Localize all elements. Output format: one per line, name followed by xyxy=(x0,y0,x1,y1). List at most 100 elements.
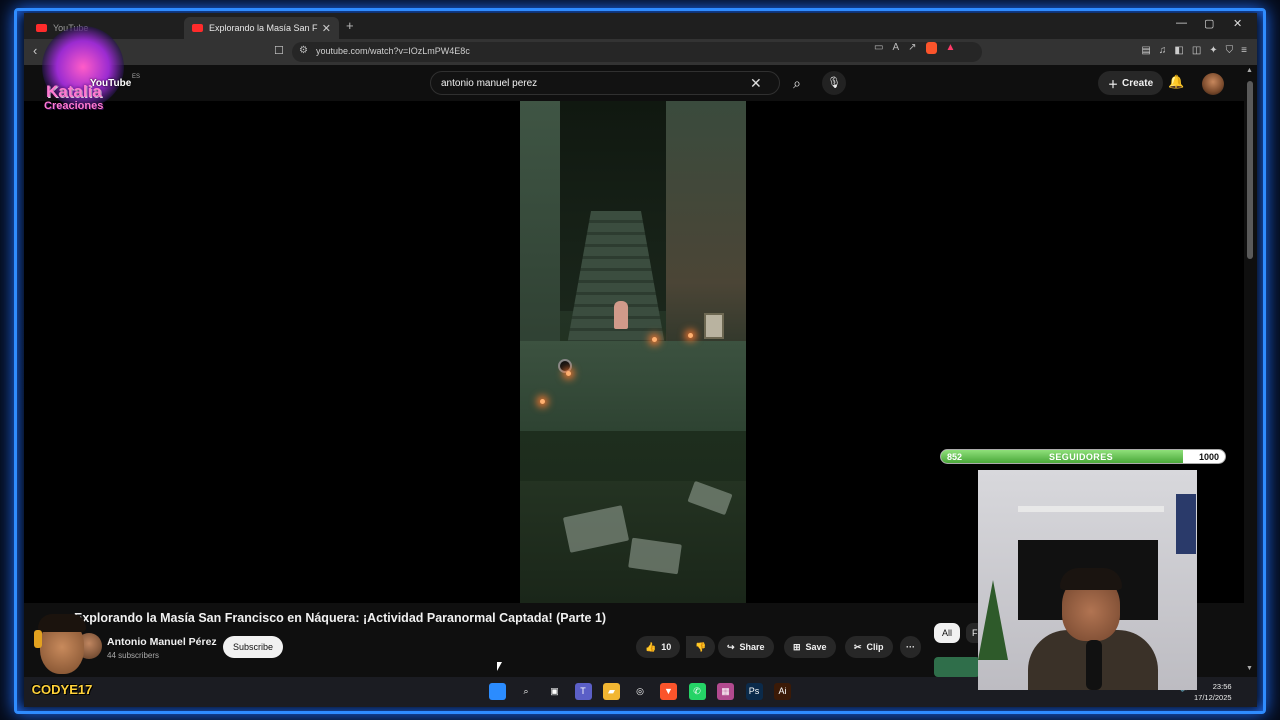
avatar-hair xyxy=(38,614,86,632)
stream-background: YouTube Explorando la Masía San Francis … xyxy=(0,0,1280,720)
candle-light xyxy=(566,371,571,376)
clock-date: 17/12/2025 xyxy=(1194,693,1232,702)
youtube-header: antonio manuel perez ✕ ⌕ 🎙 ＋ Create 🔔 xyxy=(24,65,1257,101)
url-text: youtube.com/watch?v=IOzLmPW4E8c xyxy=(316,46,470,56)
share-label: Share xyxy=(739,642,765,652)
follower-goal-bar: 852 SEGUIDORES 1000 xyxy=(940,449,1226,464)
maximize-button[interactable]: ▢ xyxy=(1204,17,1214,30)
clock-time: 23:56 xyxy=(1212,682,1232,691)
system-clock[interactable]: 23:56 17/12/2025 xyxy=(1194,681,1232,703)
logo-subtitle: Creaciones xyxy=(44,100,104,112)
search-button[interactable]: ⌕ xyxy=(780,71,814,95)
page-scrollbar[interactable]: ▲ ▼ xyxy=(1244,65,1257,677)
voice-search-icon[interactable]: 🎙 xyxy=(822,71,846,95)
save-label: Save xyxy=(805,642,827,652)
brave-shields-icon[interactable] xyxy=(925,42,937,54)
split-view-icon[interactable]: ◧ xyxy=(1174,45,1183,56)
taskbar-whatsapp-icon[interactable]: ✆ xyxy=(688,683,706,700)
katalia-logo: YouTube ES Katalia Creaciones xyxy=(38,20,140,112)
taskbar-brave-icon[interactable]: ▼ xyxy=(660,683,677,700)
webcam-poster xyxy=(1176,494,1196,554)
headset-icon xyxy=(34,630,42,648)
sidebar-toggle-icon[interactable]: ▤ xyxy=(1141,45,1150,56)
tab-strip: YouTube Explorando la Masía San Francis … xyxy=(24,13,1257,39)
tab-label: Explorando la Masía San Francis xyxy=(209,23,318,33)
follower-label: SEGUIDORES xyxy=(1049,452,1114,462)
close-window-button[interactable]: ✕ xyxy=(1233,17,1242,30)
candle-light xyxy=(540,399,545,404)
wallet-icon[interactable]: ◫ xyxy=(1192,45,1201,56)
scroll-up-icon[interactable]: ▲ xyxy=(1246,67,1253,74)
scroll-thumb[interactable] xyxy=(1247,81,1253,259)
mouse-cursor-icon xyxy=(497,662,502,671)
logo-title: Katalia xyxy=(46,82,102,101)
share-icon[interactable]: ↗ xyxy=(908,42,916,54)
follower-current: 852 xyxy=(947,452,963,462)
search-input[interactable]: antonio manuel perez xyxy=(430,71,780,95)
clip-label: Clip xyxy=(866,642,884,652)
notifications-bell-icon[interactable]: 🔔 xyxy=(1168,74,1184,90)
leo-ai-icon[interactable]: ✦ xyxy=(1209,45,1217,56)
bookmark-save-icon: ⊞ xyxy=(793,641,801,652)
dislike-button[interactable]: 👎 xyxy=(686,636,716,658)
bookmark-icon[interactable]: ☐ xyxy=(274,44,284,57)
taskbar-chrome-icon[interactable]: ◎ xyxy=(631,683,649,700)
more-actions-button[interactable]: ··· xyxy=(900,636,921,658)
account-avatar[interactable] xyxy=(1202,73,1224,95)
streamer-name: CODYE17 xyxy=(31,682,93,697)
address-bar-row: ‹ ☐ ⚙ youtube.com/watch?v=IOzLmPW4E8c ▭ … xyxy=(24,39,1257,65)
clear-search-icon[interactable]: ✕ xyxy=(750,75,762,92)
subscriber-count: 44 subscribers xyxy=(107,651,160,660)
webcam-shelf xyxy=(1018,506,1164,512)
close-tab-icon[interactable]: ✕ xyxy=(322,22,331,35)
new-tab-button[interactable]: + xyxy=(346,18,354,33)
taskbar-task-view-icon[interactable]: ▣ xyxy=(546,683,563,700)
music-icon[interactable]: ♫ xyxy=(1159,45,1167,56)
chip-all[interactable]: All xyxy=(934,623,961,643)
logo-lang: ES xyxy=(132,74,141,80)
create-label: Create xyxy=(1122,77,1154,89)
webcam-christmas-tree xyxy=(978,580,1008,660)
taskbar-file-explorer-icon[interactable]: ▰ xyxy=(603,683,620,700)
minimize-button[interactable]: — xyxy=(1176,17,1187,29)
scissors-icon: ✂ xyxy=(854,641,862,652)
extension-icons: ▭ A ↗ ▲ xyxy=(874,42,955,54)
translate-icon[interactable]: A xyxy=(892,42,899,54)
thumbs-down-icon: 👎 xyxy=(695,641,707,652)
candle-light xyxy=(688,333,693,338)
save-button[interactable]: ⊞ Save xyxy=(784,636,836,658)
like-count: 10 xyxy=(661,642,672,652)
video-title: Explorando la Masía San Francisco en Náq… xyxy=(74,611,607,625)
webcam-feed xyxy=(978,470,1197,690)
share-button[interactable]: ↪ Share xyxy=(718,636,774,658)
vpn-icon[interactable]: ⛉ xyxy=(1226,45,1234,56)
more-dots-icon: ··· xyxy=(906,642,915,652)
cast-icon[interactable]: ▭ xyxy=(874,42,883,54)
create-button[interactable]: ＋ Create xyxy=(1098,71,1164,95)
webcam-person-hair xyxy=(1060,568,1122,590)
recommended-thumbnail[interactable] xyxy=(934,657,980,677)
subscribe-button[interactable]: Subscribe xyxy=(223,636,284,658)
share-arrow-icon: ↪ xyxy=(727,641,735,652)
video-frame[interactable] xyxy=(520,101,746,603)
streamer-avatar: CODYE17 xyxy=(28,612,96,704)
like-button[interactable]: 👍 10 xyxy=(636,636,681,658)
site-settings-icon[interactable]: ⚙ xyxy=(299,45,308,56)
clip-button[interactable]: ✂ Clip xyxy=(845,636,893,658)
channel-name[interactable]: Antonio Manuel Pérez xyxy=(107,636,217,648)
scroll-down-icon[interactable]: ▼ xyxy=(1246,665,1253,672)
back-icon[interactable]: ‹ xyxy=(33,43,37,58)
menu-icon[interactable]: ≡ xyxy=(1241,45,1247,56)
taskbar-winrar-icon[interactable]: ▦ xyxy=(717,683,734,700)
taskbar-illustrator-icon[interactable]: Ai xyxy=(774,683,791,700)
brave-rewards-icon[interactable]: ▲ xyxy=(946,42,956,54)
webcam-microphone xyxy=(1086,640,1102,690)
video-ledge xyxy=(520,341,746,431)
taskbar-teams-icon[interactable]: T xyxy=(574,683,592,700)
taskbar-photoshop-icon[interactable]: Ps xyxy=(745,683,763,700)
taskbar-windows-start-icon[interactable] xyxy=(489,683,506,700)
candle-light xyxy=(652,337,657,342)
tab-video[interactable]: Explorando la Masía San Francis ✕ xyxy=(184,17,339,39)
toolbar-icons: ▤ ♫ ◧ ◫ ✦ ⛉ ≡ xyxy=(1141,45,1247,56)
taskbar-search-icon[interactable]: ⌕ xyxy=(517,683,535,700)
